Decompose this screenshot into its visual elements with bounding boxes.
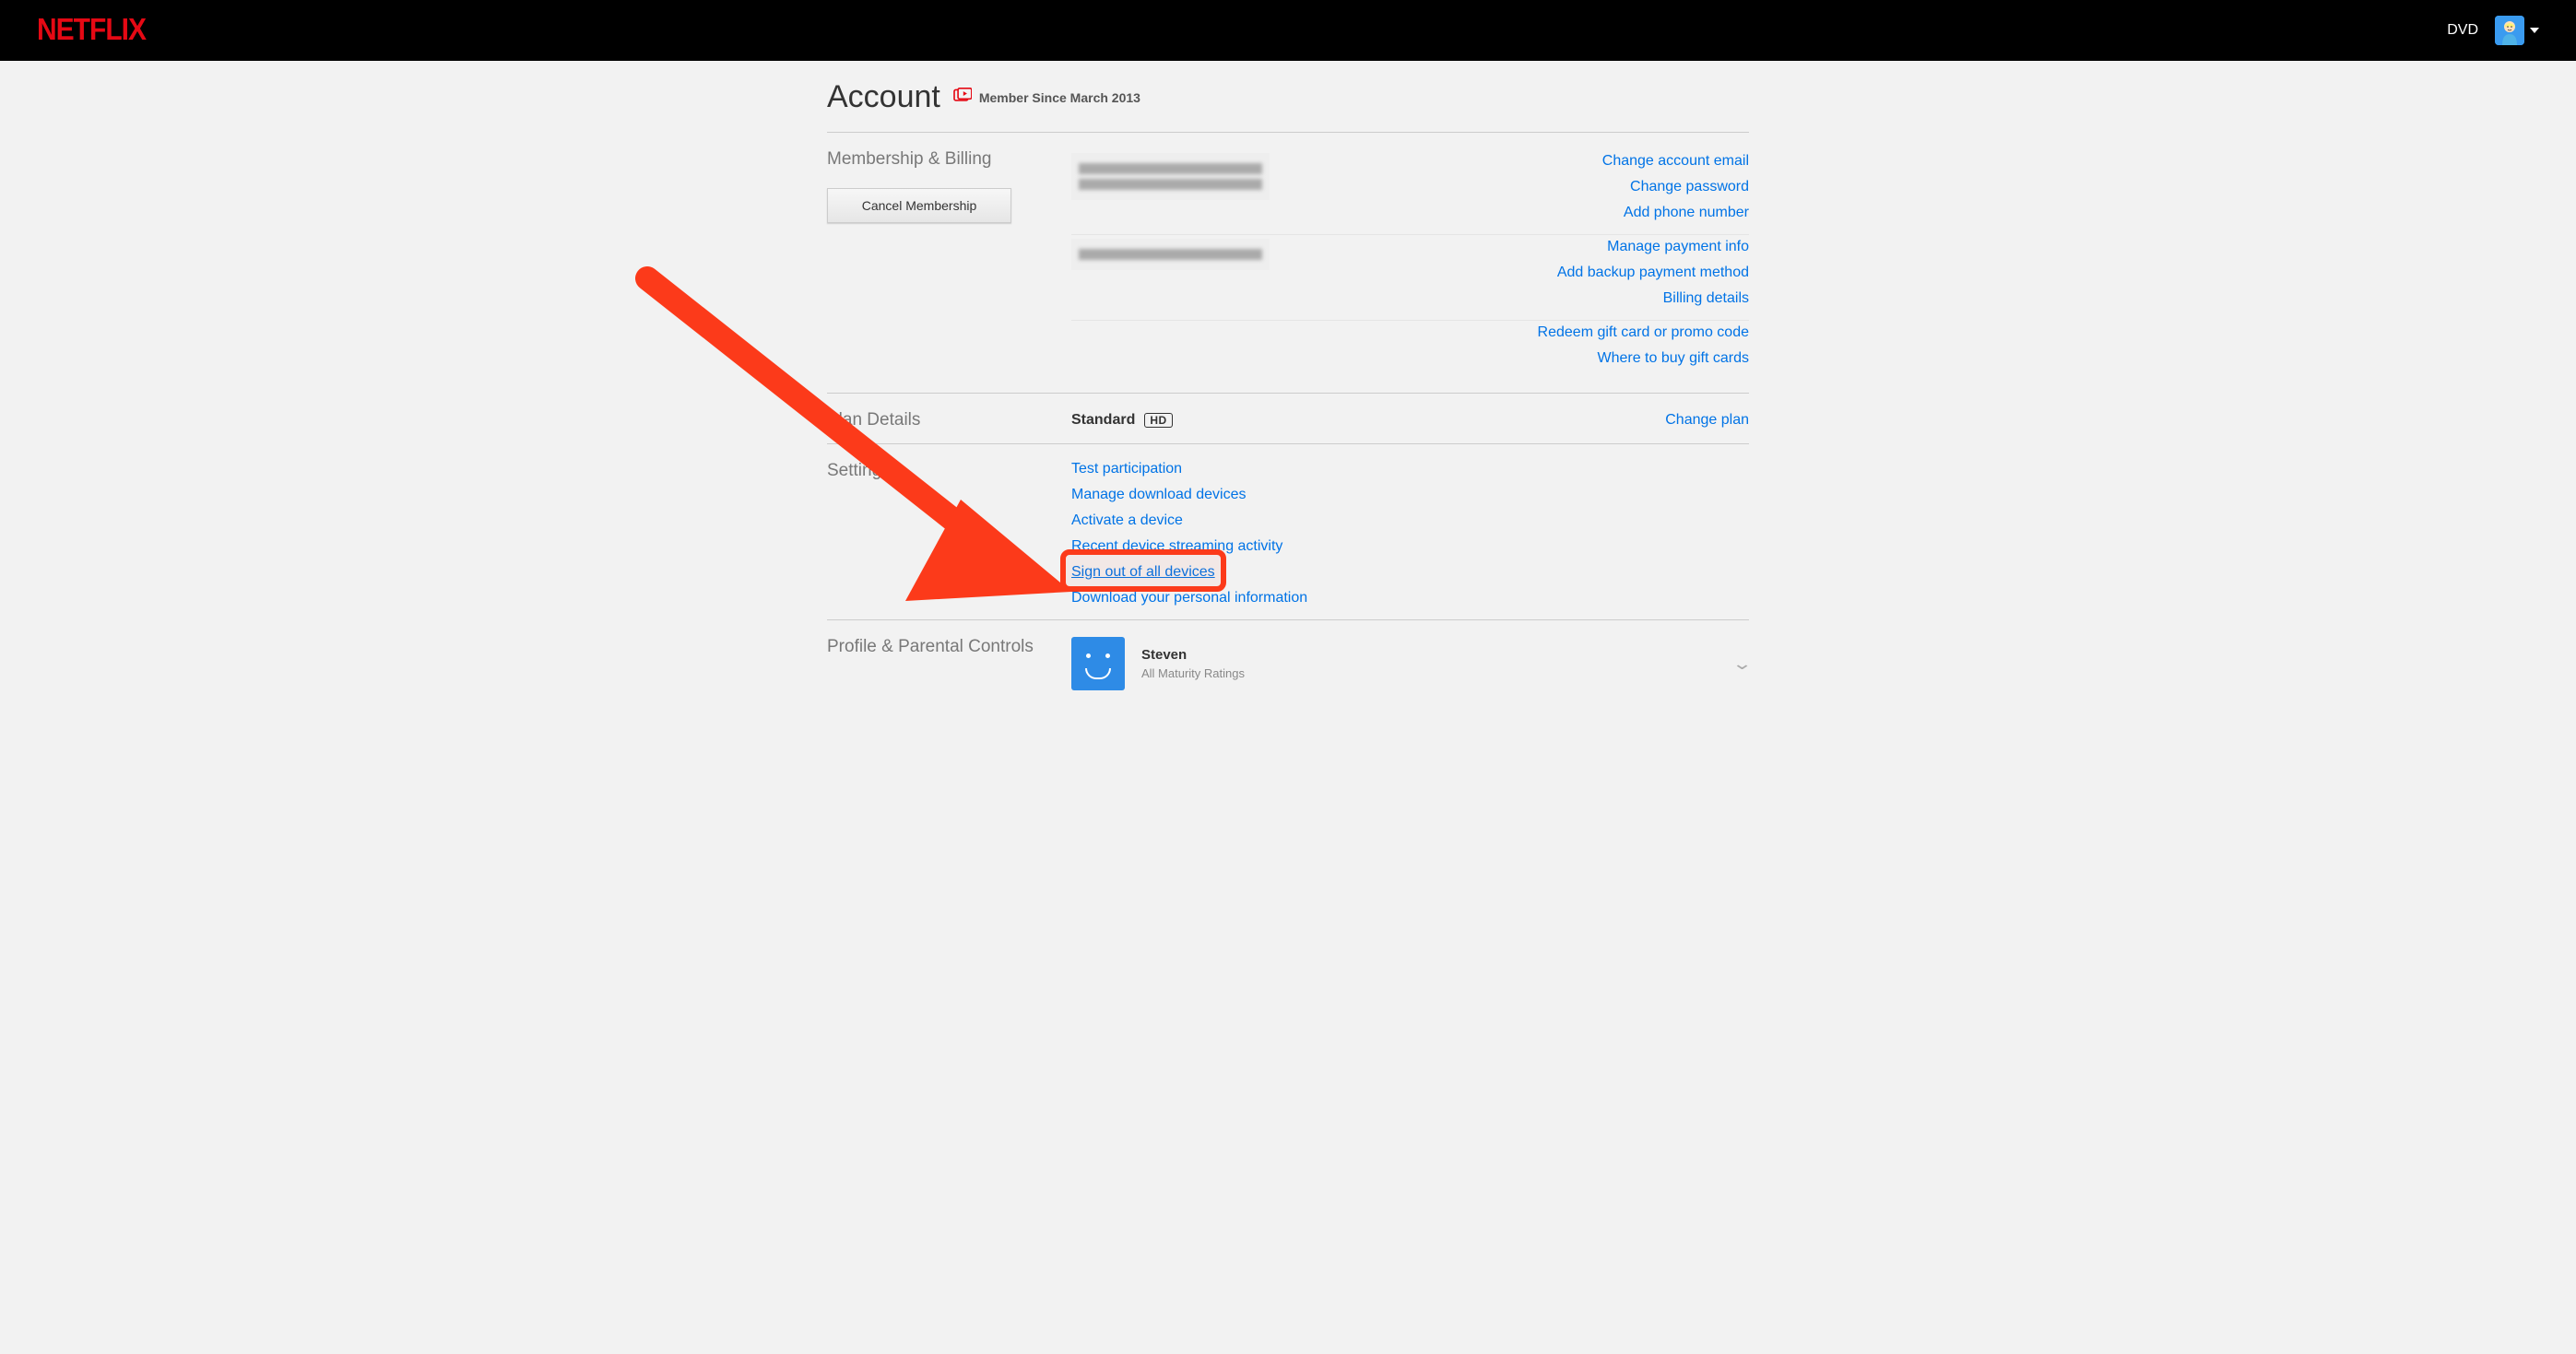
- dropdown-caret-icon: [2530, 28, 2539, 33]
- payment-links: Manage payment info Add backup payment m…: [1557, 239, 1749, 307]
- change-email-link[interactable]: Change account email: [1602, 153, 1749, 170]
- where-to-buy-gift-link[interactable]: Where to buy gift cards: [1597, 350, 1749, 367]
- change-plan-link[interactable]: Change plan: [1665, 412, 1749, 429]
- profile-label: Profile & Parental Controls: [827, 637, 1071, 657]
- profile-row[interactable]: Steven All Maturity Ratings ⌄: [1071, 637, 1749, 690]
- settings-section: Settings Test participation Manage downl…: [827, 443, 1749, 619]
- account-links: Change account email Change password Add…: [1602, 153, 1749, 221]
- top-header: NETFLIX DVD: [0, 0, 2576, 61]
- add-backup-payment-link[interactable]: Add backup payment method: [1557, 265, 1749, 281]
- sign-out-all-devices-link[interactable]: Sign out of all devices: [1071, 564, 1215, 581]
- test-participation-link[interactable]: Test participation: [1071, 461, 1182, 477]
- membership-section: Membership & Billing Cancel Membership C…: [827, 132, 1749, 393]
- profile-menu[interactable]: [2495, 16, 2539, 45]
- activate-device-link[interactable]: Activate a device: [1071, 512, 1183, 529]
- settings-links: Test participation Manage download devic…: [1071, 461, 1749, 606]
- change-password-link[interactable]: Change password: [1630, 179, 1749, 195]
- membership-left: Membership & Billing Cancel Membership: [827, 149, 1071, 380]
- profile-info: Steven All Maturity Ratings: [1071, 637, 1245, 690]
- billing-details-link[interactable]: Billing details: [1663, 290, 1749, 307]
- netflix-logo[interactable]: NETFLIX: [37, 13, 146, 47]
- gift-links: Redeem gift card or promo code Where to …: [1538, 324, 1749, 367]
- membership-label: Membership & Billing: [827, 149, 1071, 170]
- member-since-text: Member Since March 2013: [979, 90, 1140, 105]
- settings-left: Settings: [827, 461, 1071, 606]
- plan-label: Plan Details: [827, 410, 1071, 430]
- cancel-membership-button[interactable]: Cancel Membership: [827, 188, 1011, 223]
- profile-name: Steven: [1141, 647, 1245, 663]
- page-title-row: Account Member Since March 2013: [827, 79, 1749, 115]
- redacted-account-info: [1071, 153, 1270, 200]
- plan-right: Standard HD Change plan: [1071, 410, 1749, 430]
- profile-avatar-icon: [1071, 637, 1125, 690]
- manage-download-devices-link[interactable]: Manage download devices: [1071, 487, 1246, 503]
- hd-badge-icon: HD: [1144, 413, 1172, 428]
- gift-card-subsection: Redeem gift card or promo code Where to …: [1071, 321, 1749, 380]
- profile-section: Profile & Parental Controls Steven All M…: [827, 619, 1749, 703]
- plan-name: Standard: [1071, 412, 1135, 429]
- settings-label: Settings: [827, 461, 1071, 481]
- download-personal-info-link[interactable]: Download your personal information: [1071, 590, 1307, 606]
- plan-section: Plan Details Standard HD Change plan: [827, 393, 1749, 443]
- account-info-subsection: Change account email Change password Add…: [1071, 149, 1749, 235]
- add-phone-link[interactable]: Add phone number: [1624, 205, 1749, 221]
- profile-maturity: All Maturity Ratings: [1141, 666, 1245, 680]
- avatar-icon: [2495, 16, 2524, 45]
- settings-right: Test participation Manage download devic…: [1071, 461, 1749, 606]
- manage-payment-link[interactable]: Manage payment info: [1607, 239, 1749, 255]
- membership-right: Change account email Change password Add…: [1071, 149, 1749, 380]
- profile-left-col: Profile & Parental Controls: [827, 637, 1071, 690]
- main-container: Account Member Since March 2013 Membersh…: [827, 61, 1749, 740]
- dvd-link[interactable]: DVD: [2447, 22, 2478, 39]
- recent-streaming-activity-link[interactable]: Recent device streaming activity: [1071, 538, 1282, 555]
- redeem-gift-link[interactable]: Redeem gift card or promo code: [1538, 324, 1749, 341]
- payment-info-subsection: Manage payment info Add backup payment m…: [1071, 235, 1749, 321]
- chevron-down-icon[interactable]: ⌄: [1731, 654, 1753, 674]
- redacted-payment-info: [1071, 239, 1270, 270]
- header-right: DVD: [2447, 16, 2539, 45]
- profile-right: Steven All Maturity Ratings ⌄: [1071, 637, 1749, 690]
- plan-row: Standard HD: [1071, 412, 1173, 429]
- member-since-icon: [953, 88, 972, 107]
- page-title: Account: [827, 79, 940, 115]
- plan-left: Plan Details: [827, 410, 1071, 430]
- member-since-badge: Member Since March 2013: [953, 88, 1140, 107]
